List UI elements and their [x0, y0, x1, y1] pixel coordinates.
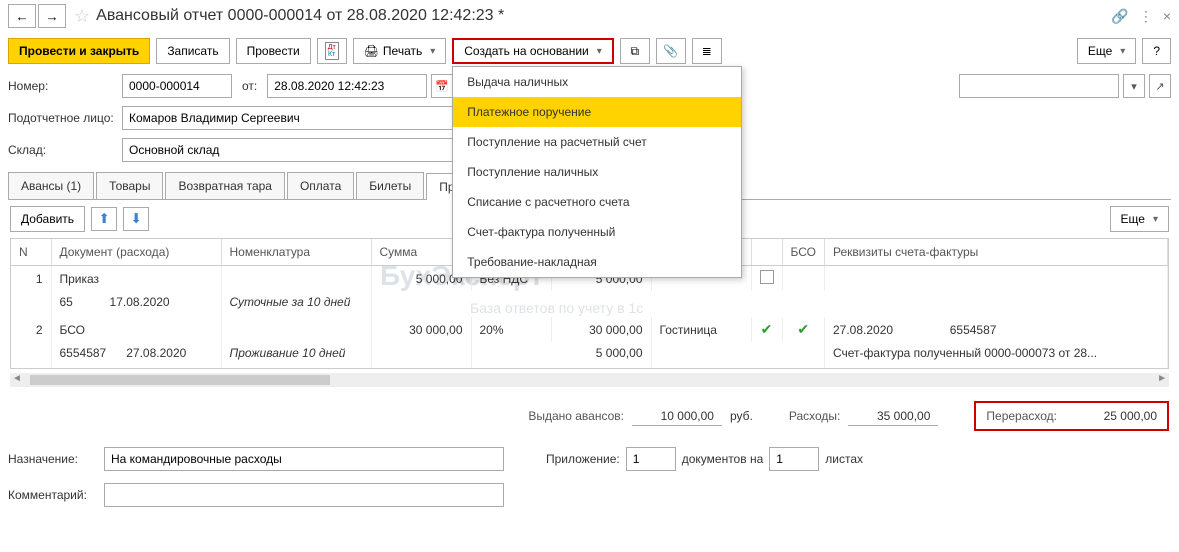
horizontal-scrollbar[interactable]	[10, 373, 1169, 387]
submit-close-button[interactable]: Провести и закрыть	[8, 38, 150, 64]
tab-returns[interactable]: Возвратная тара	[165, 172, 285, 199]
org-input[interactable]	[959, 74, 1119, 98]
number-input[interactable]	[122, 74, 232, 98]
attach-count-input[interactable]	[626, 447, 676, 471]
calendar-button[interactable]: 📅	[431, 74, 453, 98]
page-title: Авансовый отчет 0000-000014 от 28.08.202…	[96, 7, 1111, 25]
menu-item[interactable]: Счет-фактура полученный	[453, 217, 741, 247]
link-icon[interactable]: 🔗	[1111, 8, 1128, 25]
person-label: Подотчетное лицо:	[8, 111, 118, 125]
more-button[interactable]: Еще	[1077, 38, 1136, 64]
org-dropdown-button[interactable]: ▾	[1123, 74, 1145, 98]
table-row[interactable]: 65 17.08.2020 Суточные за 10 дней	[11, 291, 1168, 317]
list-button[interactable]: ≣	[692, 38, 722, 64]
favorite-icon[interactable]: ☆	[74, 6, 90, 27]
comment-label: Комментарий:	[8, 488, 98, 502]
attach-label: Приложение:	[546, 452, 620, 466]
tab-goods[interactable]: Товары	[96, 172, 163, 199]
date-input[interactable]	[267, 74, 427, 98]
tab-tickets[interactable]: Билеты	[356, 172, 424, 199]
overrun-value: 25 000,00	[1077, 409, 1157, 423]
purpose-input[interactable]	[104, 447, 504, 471]
create-based-button[interactable]: Создать на основании	[452, 38, 614, 64]
from-label: от:	[242, 79, 257, 93]
tab-advances[interactable]: Авансы (1)	[8, 172, 94, 199]
save-button[interactable]: Записать	[156, 38, 229, 64]
back-button[interactable]: ←	[8, 4, 36, 28]
advances-label: Выдано авансов:	[528, 409, 624, 423]
help-button[interactable]: ?	[1142, 38, 1171, 64]
number-label: Номер:	[8, 79, 118, 93]
submit-button[interactable]: Провести	[236, 38, 311, 64]
print-button[interactable]: 🖨 Печать	[353, 38, 447, 64]
expenses-label: Расходы:	[789, 409, 841, 423]
attach-button[interactable]: 📎	[656, 38, 686, 64]
menu-item[interactable]: Требование-накладная	[453, 247, 741, 277]
menu-item[interactable]: Поступление наличных	[453, 157, 741, 187]
create-based-menu: Выдача наличных Платежное поручение Пост…	[452, 66, 742, 278]
menu-item[interactable]: Выдача наличных	[453, 67, 741, 97]
debit-credit-button[interactable]: ДтКт	[317, 38, 347, 64]
warehouse-input[interactable]	[122, 138, 482, 162]
advances-value: 10 000,00	[632, 407, 722, 426]
org-open-button[interactable]: ↗	[1149, 74, 1171, 98]
move-up-button[interactable]: ⬆	[91, 207, 117, 231]
add-row-button[interactable]: Добавить	[10, 206, 85, 232]
structure-button[interactable]: ⧉	[620, 38, 650, 64]
overrun-label: Перерасход:	[986, 409, 1057, 423]
bso-checkbox[interactable]: ✔	[782, 317, 824, 342]
person-input[interactable]	[122, 106, 482, 130]
sf-checkbox[interactable]	[760, 270, 774, 284]
warehouse-label: Склад:	[8, 143, 118, 157]
tab-payment[interactable]: Оплата	[287, 172, 354, 199]
menu-item[interactable]: Поступление на расчетный счет	[453, 127, 741, 157]
close-icon[interactable]: ×	[1163, 8, 1171, 25]
table-row[interactable]: 6554587 27.08.2020 Проживание 10 дней 5 …	[11, 342, 1168, 368]
sheets-count-input[interactable]	[769, 447, 819, 471]
expenses-value: 35 000,00	[848, 407, 938, 426]
move-down-button[interactable]: ⬇	[123, 207, 149, 231]
kebab-icon[interactable]: ⋮	[1139, 8, 1153, 25]
comment-input[interactable]	[104, 483, 504, 507]
sf-checkbox[interactable]: ✔	[751, 317, 782, 342]
menu-item[interactable]: Списание с расчетного счета	[453, 187, 741, 217]
table-row[interactable]: 2 БСО 30 000,00 20% 30 000,00 Гостиница …	[11, 317, 1168, 342]
table-more-button[interactable]: Еще	[1110, 206, 1169, 232]
menu-item[interactable]: Платежное поручение	[453, 97, 741, 127]
forward-button[interactable]: →	[38, 4, 66, 28]
purpose-label: Назначение:	[8, 452, 98, 466]
